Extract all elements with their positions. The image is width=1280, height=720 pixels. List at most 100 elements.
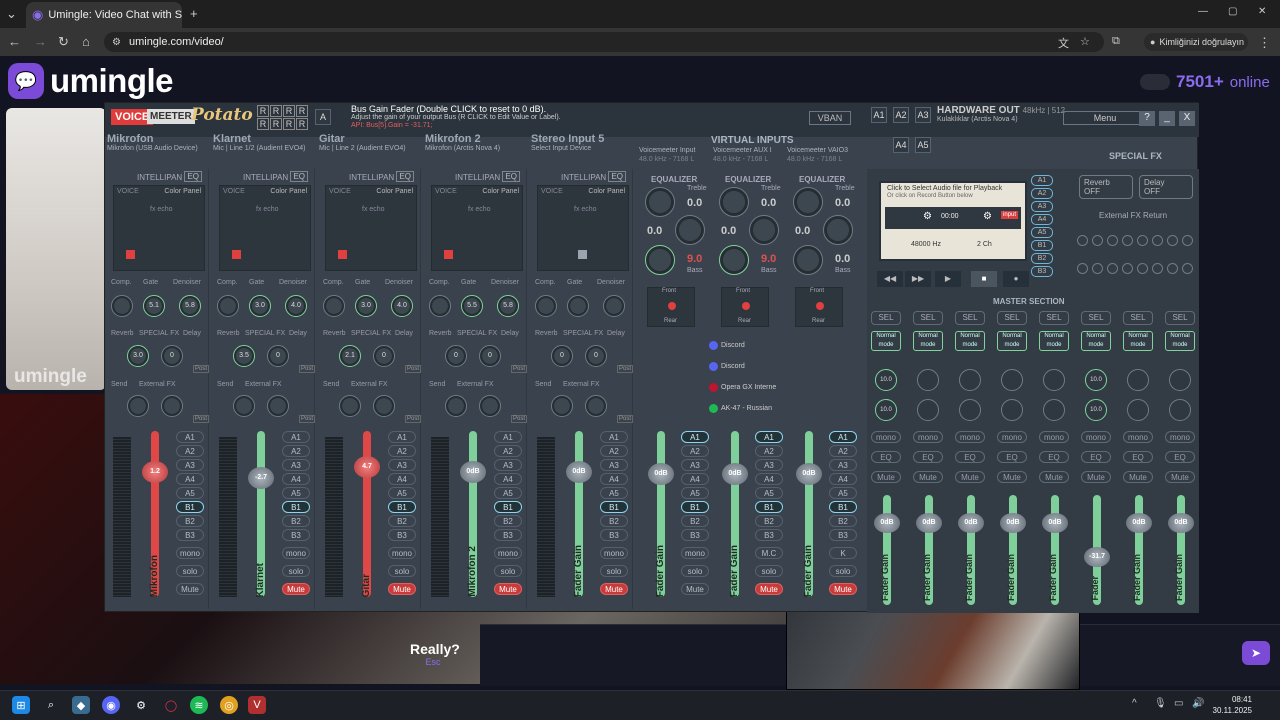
bus-a5-button[interactable]: A5: [755, 487, 783, 499]
bus-a1-button[interactable]: A1: [282, 431, 310, 443]
mc-button[interactable]: K: [829, 547, 857, 559]
bus-a1-button[interactable]: A1: [755, 431, 783, 443]
stop-button[interactable]: ■: [971, 271, 997, 287]
master-knob[interactable]: [1001, 369, 1023, 391]
send-knob[interactable]: [551, 395, 573, 417]
bus-a3-button[interactable]: A3: [681, 459, 709, 471]
mono-button[interactable]: mono: [1123, 431, 1153, 443]
mute-button[interactable]: Mute: [997, 471, 1027, 483]
record-toggle[interactable]: R: [257, 105, 269, 117]
bass-knob[interactable]: [719, 245, 749, 275]
send-knob[interactable]: [233, 395, 255, 417]
solo-button[interactable]: solo: [494, 565, 522, 577]
fader-knob[interactable]: -2.7: [248, 467, 274, 489]
record-toggle[interactable]: R: [257, 118, 269, 130]
bus-a5-button[interactable]: A5: [681, 487, 709, 499]
front-rear-pad[interactable]: Front Rear: [647, 287, 695, 327]
mc-button[interactable]: M.C: [755, 547, 783, 559]
bus-b3-button[interactable]: B3: [494, 529, 522, 541]
fader-knob[interactable]: 0dB: [648, 463, 674, 485]
post-button[interactable]: Post: [193, 415, 210, 423]
strip-device[interactable]: Select Input Device: [531, 145, 604, 152]
bus-a5-button[interactable]: A5: [494, 487, 522, 499]
master-knob[interactable]: [1127, 369, 1149, 391]
gate-knob[interactable]: 5.1: [143, 295, 165, 317]
reverb-knob[interactable]: 0: [445, 345, 467, 367]
tray-expand-icon[interactable]: ^: [1132, 698, 1137, 709]
fx-return-knob[interactable]: [1152, 235, 1163, 246]
strip-name[interactable]: Klarnet: [213, 133, 305, 145]
browser-tab[interactable]: ◉ Umingle: Video Chat with S ● ✕: [26, 2, 182, 28]
den-knob[interactable]: 4.0: [285, 295, 307, 317]
bus-a3-button[interactable]: A3: [600, 459, 628, 471]
vban-button[interactable]: VBAN: [809, 111, 851, 125]
sel-button[interactable]: SEL: [1039, 311, 1069, 325]
den-knob[interactable]: 4.0: [391, 295, 413, 317]
fx-return-knob[interactable]: [1167, 235, 1178, 246]
bus-b2-button[interactable]: B2: [600, 515, 628, 527]
strip-header[interactable]: Mikrofon Mikrofon (USB Audio Device): [107, 133, 198, 152]
post-button[interactable]: Post: [617, 365, 634, 373]
bus-b2-button[interactable]: B2: [829, 515, 857, 527]
new-tab-icon[interactable]: +: [190, 6, 198, 21]
forward-button[interactable]: ▶▶: [905, 271, 931, 287]
bus-a2-button[interactable]: A2: [829, 445, 857, 457]
eq-button[interactable]: EQ: [608, 171, 626, 182]
a-toggle[interactable]: A: [315, 109, 331, 125]
chrome-icon[interactable]: ◎: [220, 696, 238, 714]
master-fader-knob[interactable]: 0dB: [958, 513, 984, 533]
bus-a2-button[interactable]: A2: [755, 445, 783, 457]
bus-a2-button[interactable]: A2: [494, 445, 522, 457]
bus-a3-button[interactable]: A3: [829, 459, 857, 471]
bus-a3-button[interactable]: A3: [494, 459, 522, 471]
fader-knob[interactable]: 4.7: [354, 456, 380, 478]
mono-button[interactable]: mono: [282, 547, 310, 559]
player-bus-b1-button[interactable]: B1: [1031, 240, 1053, 251]
mode-button[interactable]: Normal mode: [1039, 331, 1069, 351]
bus-b2-button[interactable]: B2: [176, 515, 204, 527]
strip-device[interactable]: Mic | Line 1/2 (Audient EVO4): [213, 145, 305, 152]
bass-knob[interactable]: [645, 245, 675, 275]
address-bar[interactable]: ⚙ umingle.com/video/: [104, 32, 1104, 52]
reverb-knob[interactable]: 0: [551, 345, 573, 367]
post-button[interactable]: Post: [511, 365, 528, 373]
fx-return-knob[interactable]: [1092, 263, 1103, 274]
mute-button[interactable]: Mute: [871, 471, 901, 483]
mute-button[interactable]: Mute: [1081, 471, 1111, 483]
volume-icon[interactable]: 🔊: [1192, 698, 1204, 709]
mono-button[interactable]: mono: [1039, 431, 1069, 443]
gate-knob[interactable]: [567, 295, 589, 317]
gate-knob[interactable]: 3.0: [249, 295, 271, 317]
fx-return-knob[interactable]: [1152, 263, 1163, 274]
strip-header[interactable]: Gitar Mic | Line 2 (Audient EVO4): [319, 133, 406, 152]
bass-knob[interactable]: [793, 245, 823, 275]
hw-out-a4-button[interactable]: A4: [893, 137, 909, 153]
eq-button[interactable]: EQ: [502, 171, 520, 182]
master-fader-knob[interactable]: 0dB: [1126, 513, 1152, 533]
mono-button[interactable]: mono: [1165, 431, 1195, 443]
mode-button[interactable]: Normal mode: [1165, 331, 1195, 351]
player-bus-b2-button[interactable]: B2: [1031, 253, 1053, 264]
comp-knob[interactable]: [535, 295, 557, 317]
intellipan-pad[interactable]: VOICE Color Panel fx echo: [113, 185, 205, 271]
treble-knob[interactable]: [719, 187, 749, 217]
fader-knob[interactable]: 0dB: [566, 461, 592, 483]
bus-b1-button[interactable]: B1: [829, 501, 857, 513]
master-fader-knob[interactable]: 0dB: [874, 513, 900, 533]
pan-cursor[interactable]: [338, 250, 347, 259]
mono-button[interactable]: mono: [494, 547, 522, 559]
record-toggle[interactable]: R: [270, 118, 282, 130]
delay-knob[interactable]: 0: [161, 345, 183, 367]
send-button[interactable]: ➤: [1242, 641, 1270, 665]
hw-out-a2-button[interactable]: A2: [893, 107, 909, 123]
bus-a3-button[interactable]: A3: [388, 459, 416, 471]
record-toggle[interactable]: R: [283, 118, 295, 130]
master-knob[interactable]: [959, 369, 981, 391]
virtual-input-name[interactable]: Voicemeeter Input: [639, 147, 695, 154]
send-knob[interactable]: [161, 395, 183, 417]
player-bus-a1-button[interactable]: A1: [1031, 175, 1053, 186]
eq-button[interactable]: EQ: [913, 451, 943, 463]
pan-cursor[interactable]: [578, 250, 587, 259]
bus-a5-button[interactable]: A5: [600, 487, 628, 499]
mono-button[interactable]: mono: [1081, 431, 1111, 443]
